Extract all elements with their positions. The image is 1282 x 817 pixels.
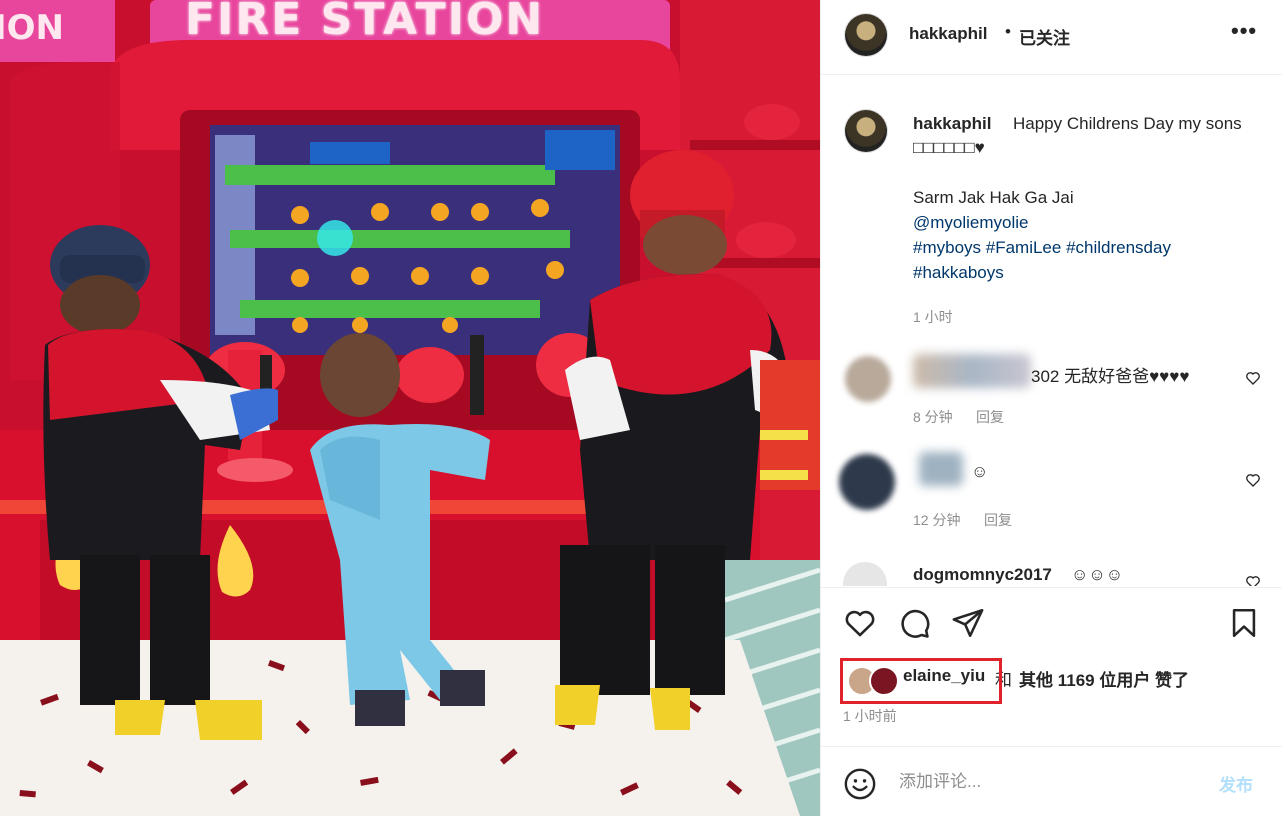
comment-time: 12 分钟 (913, 512, 961, 528)
commenter-avatar[interactable] (839, 454, 895, 510)
save-bookmark-icon[interactable] (1227, 606, 1261, 640)
like-heart-icon[interactable] (843, 606, 877, 640)
comment-like-heart-icon[interactable] (1245, 472, 1261, 488)
add-comment-input[interactable] (897, 771, 1191, 793)
caption-username[interactable]: hakkaphil (913, 114, 991, 134)
post-header: hakkaphil • 已关注 ••• (821, 0, 1282, 75)
post-viewer: FIRE STATION ION hakkaphil • 已关注 ••• hak… (0, 0, 1282, 816)
header-separator: • (1005, 22, 1011, 41)
caption-text: Happy Childrens Day my sons (1013, 114, 1242, 133)
comment-like-heart-icon[interactable] (1245, 370, 1261, 386)
comment-bubble-icon[interactable] (897, 606, 931, 640)
caption-time: 1 小时 (913, 309, 953, 325)
commenter-username-blurred[interactable] (913, 354, 1031, 388)
comment-text: 302 无敌好爸爸♥♥♥♥ (1031, 367, 1190, 386)
commenter-username[interactable]: dogmomnyc2017 (913, 565, 1052, 587)
commenter-username-blurred[interactable] (919, 452, 963, 486)
caption-mention-link[interactable]: @myoliemyolie (913, 213, 1029, 233)
comment-text: ☺ (971, 462, 989, 481)
comment-reply-button[interactable]: 回复 (984, 510, 1012, 530)
post-timestamp: 1 小时前 (843, 708, 897, 724)
comment-like-heart-icon[interactable] (1245, 574, 1261, 586)
caption-line-romanized: Sarm Jak Hak Ga Jai (913, 188, 1074, 207)
likers-highlight-box (840, 658, 1002, 704)
emoji-icon[interactable] (843, 767, 877, 801)
caption-line-emoji: □□□□□□♥ (913, 138, 985, 157)
machine-marquee-text: FIRE STATION (185, 0, 545, 45)
comment-text: ☺☺☺ (1071, 565, 1124, 584)
post-photo[interactable]: FIRE STATION ION (0, 0, 820, 816)
commenter-avatar[interactable] (843, 562, 887, 586)
follow-status-button[interactable]: 已关注 (1019, 24, 1070, 49)
commenter-avatar[interactable] (845, 356, 891, 402)
comment-time: 8 分钟 (913, 409, 953, 425)
machine-marquee-left-text: ION (0, 8, 65, 48)
comment-reply-button[interactable]: 回复 (976, 407, 1004, 427)
author-avatar[interactable] (845, 14, 887, 56)
add-comment-bar: 发布 (821, 746, 1282, 817)
caption-author-avatar[interactable] (845, 110, 887, 152)
share-send-icon[interactable] (951, 606, 985, 640)
caption-hashtags-2[interactable]: #hakkaboys (913, 263, 1004, 283)
photo-illustration (0, 0, 820, 816)
more-options-icon[interactable]: ••• (1231, 18, 1257, 44)
author-username[interactable]: hakkaphil (909, 24, 987, 44)
post-comment-button[interactable]: 发布 (1219, 771, 1253, 796)
caption-hashtags[interactable]: #myboys #FamiLee #childrensday (913, 238, 1171, 258)
likes-count-link[interactable]: 其他 1169 位用户 赞了 (1019, 666, 1189, 691)
actions-divider (821, 587, 1282, 589)
